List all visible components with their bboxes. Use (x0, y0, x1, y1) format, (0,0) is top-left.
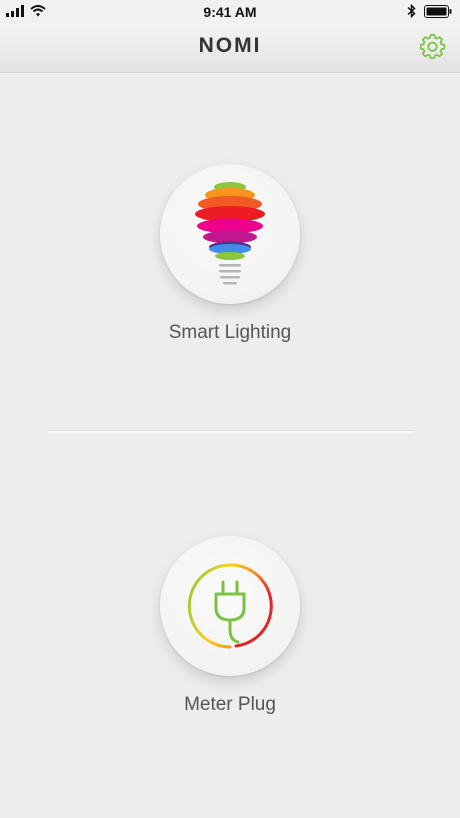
smart-lighting-label: Smart Lighting (168, 322, 292, 343)
smart-lighting-tile[interactable]: Smart Lighting (0, 164, 460, 354)
meter-plug-button[interactable] (160, 536, 300, 676)
battery-icon (424, 4, 452, 22)
plug-gauge-icon (187, 563, 273, 649)
app-title: NOMI (198, 34, 262, 57)
meter-plug-label: Meter Plug (184, 694, 276, 715)
status-time: 9:41 AM (203, 4, 257, 20)
status-bar: 9:41 AM (0, 0, 460, 24)
smart-lighting-button[interactable] (160, 164, 300, 304)
meter-plug-tile[interactable]: Meter Plug (0, 536, 460, 726)
rainbow-bulb-icon (195, 182, 265, 285)
app-screen: 9:41 AM NOMI Smart Lighting Meter Plug (0, 0, 460, 818)
settings-button[interactable] (419, 34, 446, 60)
gear-icon (419, 34, 446, 59)
navigation-bar: NOMI (0, 24, 460, 73)
section-divider (48, 430, 414, 433)
status-right (407, 3, 452, 22)
bluetooth-icon (407, 3, 416, 22)
